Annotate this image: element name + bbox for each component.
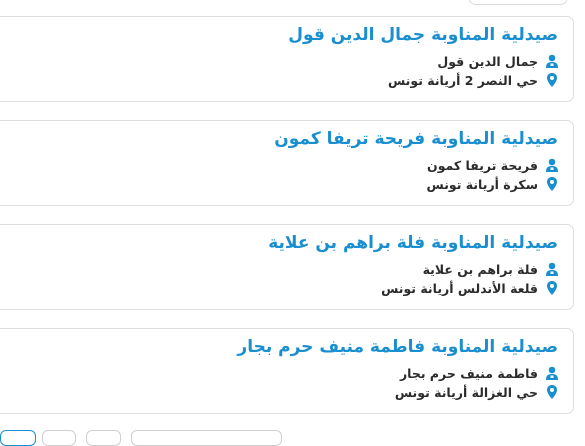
address-text: قلعة الأندلس أريانة تونس (381, 280, 538, 296)
pharmacy-card[interactable]: صيدلية المناوبة فلة براهم بن علاية فلة ب… (0, 224, 574, 310)
pagination-button[interactable] (86, 430, 121, 446)
pharmacy-card[interactable]: صيدلية المناوبة فريحة تريفا كمون فريحة ت… (0, 120, 574, 206)
owner-name: فاطمة منيف حرم بجار (399, 365, 538, 381)
owner-row: فريحة تريفا كمون (427, 155, 559, 175)
pharmacy-card[interactable]: صيدلية المناوبة جمال الدين قول جمال الدي… (0, 16, 574, 102)
address-row: حي الغزالة أريانة تونس (395, 382, 559, 402)
pagination-button[interactable] (131, 430, 282, 446)
pharmacy-name[interactable]: صيدلية المناوبة فريحة تريفا كمون (274, 129, 558, 149)
map-pin-icon (545, 72, 559, 88)
map-pin-icon (545, 176, 559, 192)
user-icon (545, 157, 559, 173)
map-pin-icon (545, 384, 559, 400)
owner-row: فاطمة منيف حرم بجار (400, 363, 559, 383)
pharmacy-name[interactable]: صيدلية المناوبة فاطمة منيف حرم بجار (237, 337, 558, 357)
owner-row: فلة براهم بن علاية (423, 259, 559, 279)
map-pin-icon (545, 280, 559, 296)
address-text: حي الغزالة أريانة تونس (394, 384, 538, 400)
user-icon (545, 365, 559, 381)
user-icon (545, 53, 559, 69)
owner-row: جمال الدين قول (437, 51, 559, 71)
address-row: قلعة الأندلس أريانة تونس (381, 278, 559, 298)
pharmacy-card[interactable]: صيدلية المناوبة فاطمة منيف حرم بجار فاطم… (0, 328, 574, 414)
address-row: سكرة أريانة تونس (427, 174, 559, 194)
user-icon (545, 261, 559, 277)
address-row: حي النصر 2 أريانة تونس (388, 70, 559, 90)
owner-name: فلة براهم بن علاية (422, 261, 538, 277)
owner-name: جمال الدين قول (437, 53, 538, 69)
owner-name: فريحة تريفا كمون (427, 157, 538, 173)
pagination-button[interactable] (0, 430, 36, 446)
address-text: سكرة أريانة تونس (426, 176, 538, 192)
pharmacy-name[interactable]: صيدلية المناوبة فلة براهم بن علاية (268, 233, 558, 253)
pharmacy-name[interactable]: صيدلية المناوبة جمال الدين قول (288, 25, 558, 45)
previous-card-edge (468, 0, 568, 5)
pagination-button[interactable] (42, 430, 76, 446)
address-text: حي النصر 2 أريانة تونس (388, 72, 538, 88)
